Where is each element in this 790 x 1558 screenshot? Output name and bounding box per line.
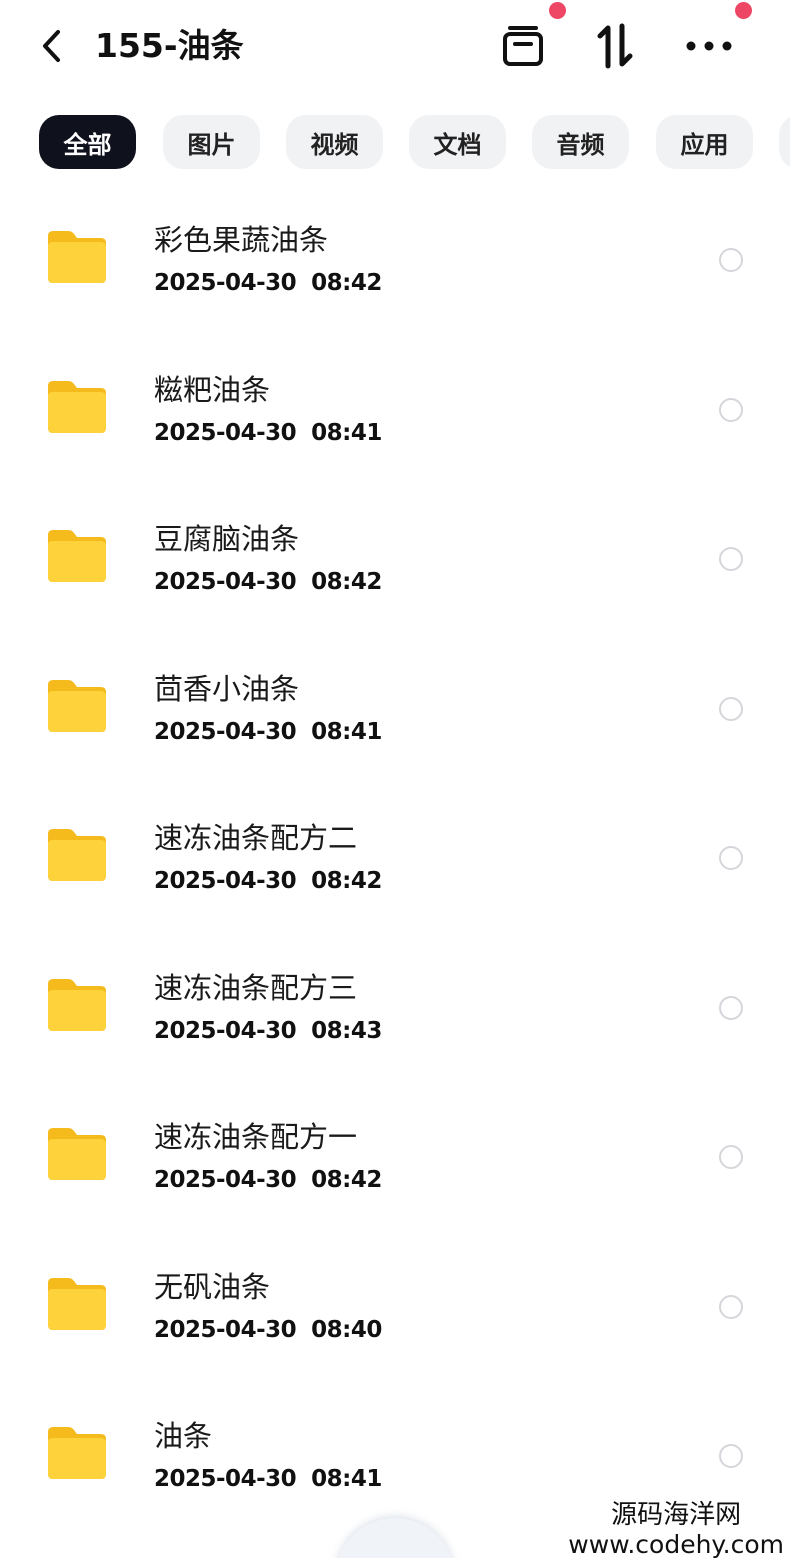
list-item[interactable]: 速冻油条配方一 2025-04-30 08:42 <box>0 1081 790 1231</box>
folder-icon <box>48 231 106 283</box>
file-date: 2025-04-30 08:41 <box>154 718 382 745</box>
top-bar: 155-油条 <box>0 0 790 95</box>
tab-apps[interactable]: 应用 <box>656 115 753 169</box>
tab-images[interactable]: 图片 <box>163 115 260 169</box>
file-date: 2025-04-30 08:42 <box>154 1167 382 1193</box>
archive-box-icon <box>503 26 543 66</box>
folder-icon <box>48 530 106 582</box>
file-date: 2025-04-30 08:41 <box>154 1466 382 1492</box>
file-date: 2025-04-30 08:41 <box>154 419 382 446</box>
file-name: 糍粑油条 <box>154 372 271 407</box>
list-item[interactable]: 彩色果蔬油条 2025-04-30 08:42 <box>0 184 790 334</box>
list-item[interactable]: 豆腐脑油条 2025-04-30 08:42 <box>0 483 790 633</box>
file-name: 茴香小油条 <box>154 671 300 706</box>
watermark-title: 源码海洋网 <box>611 1500 742 1530</box>
back-button[interactable] <box>30 22 74 70</box>
sort-button[interactable] <box>590 20 642 72</box>
list-item[interactable]: 糍粑油条 2025-04-30 08:41 <box>0 334 790 484</box>
select-checkbox[interactable] <box>719 397 743 422</box>
more-button[interactable] <box>683 20 735 72</box>
folder-icon <box>48 829 106 881</box>
sort-icon <box>597 23 633 69</box>
tab-audio[interactable]: 音频 <box>532 115 629 169</box>
tab-all[interactable]: 全部 <box>39 115 136 169</box>
list-item[interactable]: 无矾油条 2025-04-30 08:40 <box>0 1231 790 1381</box>
file-name: 速冻油条配方二 <box>154 821 358 855</box>
tab-videos[interactable]: 视频 <box>286 115 383 169</box>
folder-icon <box>48 679 106 732</box>
select-checkbox[interactable] <box>719 846 743 870</box>
file-date: 2025-04-30 08:43 <box>154 1017 382 1044</box>
file-date: 2025-04-30 08:40 <box>154 1316 382 1343</box>
select-checkbox[interactable] <box>719 696 743 721</box>
file-name: 彩色果蔬油条 <box>154 223 329 257</box>
select-checkbox[interactable] <box>719 547 743 571</box>
file-name: 油条 <box>154 1419 213 1453</box>
list-item[interactable]: 速冻油条配方三 2025-04-30 08:43 <box>0 932 790 1082</box>
tab-documents[interactable]: 文档 <box>409 115 506 169</box>
select-checkbox[interactable] <box>719 1444 743 1468</box>
folder-icon <box>48 380 106 433</box>
file-name: 无矾油条 <box>154 1269 271 1304</box>
more-icon <box>686 41 732 51</box>
file-name: 速冻油条配方三 <box>154 970 358 1005</box>
file-date: 2025-04-30 08:42 <box>154 868 382 894</box>
notification-dot <box>735 2 752 19</box>
file-name: 豆腐脑油条 <box>154 522 300 556</box>
file-date: 2025-04-30 08:42 <box>154 270 382 296</box>
back-icon <box>43 30 60 62</box>
archive-button[interactable] <box>497 20 549 72</box>
select-checkbox[interactable] <box>719 1294 743 1319</box>
list-item[interactable]: 速冻油条配方二 2025-04-30 08:42 <box>0 782 790 932</box>
notification-dot <box>549 2 566 19</box>
folder-icon <box>48 1128 106 1180</box>
watermark: 源码海洋网 www.codehy.com <box>568 1500 784 1558</box>
select-checkbox[interactable] <box>719 995 743 1020</box>
file-name: 速冻油条配方一 <box>154 1120 358 1154</box>
select-checkbox[interactable] <box>719 1145 743 1169</box>
folder-icon <box>48 1427 106 1479</box>
page-title: 155-油条 <box>95 26 244 65</box>
filter-tabs: 全部 图片 视频 文档 音频 应用 <box>0 115 790 171</box>
list-item[interactable]: 茴香小油条 2025-04-30 08:41 <box>0 633 790 783</box>
folder-icon <box>48 978 106 1031</box>
file-date: 2025-04-30 08:42 <box>154 569 382 595</box>
file-list: 彩色果蔬油条 2025-04-30 08:42 糍粑油条 2025-04-30 08:… <box>0 184 790 1530</box>
folder-icon <box>48 1277 106 1330</box>
watermark-url: www.codehy.com <box>568 1530 784 1558</box>
select-checkbox[interactable] <box>719 248 743 272</box>
tab-more-partial[interactable] <box>779 115 790 169</box>
